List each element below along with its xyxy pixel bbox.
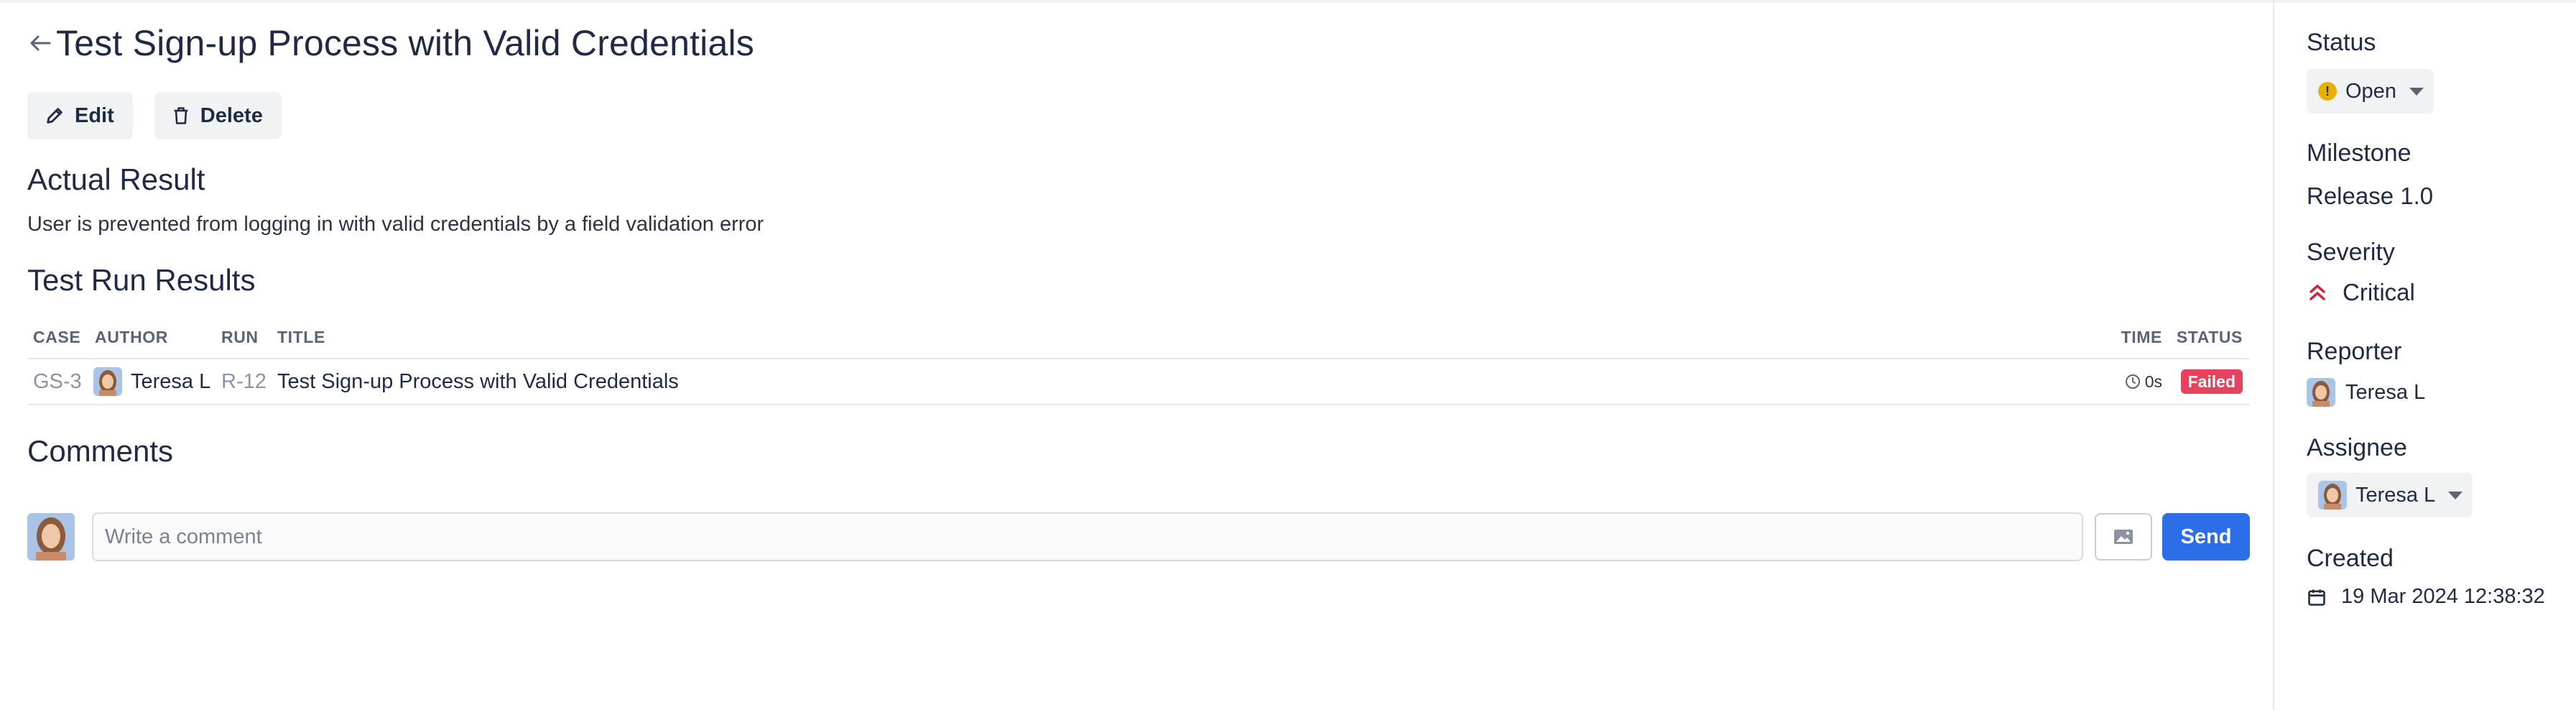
created-row: 19 Mar 2024 12:38:32 <box>2307 585 2545 609</box>
time-value: 0s <box>2144 372 2162 391</box>
status-badge: Failed <box>2180 369 2243 394</box>
created-label: Created <box>2307 545 2394 572</box>
calendar-icon <box>2308 589 2325 606</box>
edit-button[interactable]: Edit <box>27 92 133 139</box>
column-header-status: STATUS <box>2176 327 2243 346</box>
arrow-left-icon[interactable] <box>27 30 53 56</box>
assignee-dropdown[interactable]: Teresa L <box>2307 473 2473 517</box>
severity-label: Severity <box>2307 239 2395 266</box>
reporter-value: Teresa L <box>2345 380 2426 404</box>
avatar <box>27 513 75 561</box>
pencil-icon <box>47 108 62 124</box>
clock-icon <box>2125 374 2140 389</box>
case-id-link[interactable]: GS-3 <box>27 370 93 394</box>
test-run-results-heading: Test Run Results <box>27 263 256 297</box>
created-value: 19 Mar 2024 12:38:32 <box>2341 585 2545 608</box>
avatar <box>93 367 122 396</box>
page-title: Test Sign-up Process with Valid Credenti… <box>56 23 755 63</box>
author-cell: Teresa L <box>93 367 221 396</box>
status-value: Open <box>2345 79 2396 103</box>
delete-button-label: Delete <box>200 103 263 127</box>
column-header-time: TIME <box>2121 327 2162 346</box>
run-id-link[interactable]: R-12 <box>221 370 277 394</box>
column-header-run: RUN <box>221 327 259 346</box>
avatar <box>2318 481 2347 510</box>
time-cell: 0s <box>2112 372 2171 392</box>
author-name: Teresa L <box>131 369 211 393</box>
send-button[interactable]: Send <box>2162 513 2250 561</box>
image-icon <box>2114 530 2133 544</box>
column-header-title: TITLE <box>277 327 325 346</box>
attach-image-button[interactable] <box>2095 513 2152 561</box>
milestone-label: Milestone <box>2307 139 2411 167</box>
comments-heading: Comments <box>27 434 174 468</box>
avatar <box>2307 378 2335 407</box>
reporter-label: Reporter <box>2307 338 2402 365</box>
edit-button-label: Edit <box>75 103 114 127</box>
severity-value-row: Critical <box>2307 279 2415 306</box>
trash-icon <box>174 107 188 124</box>
action-bar: Edit Delete <box>27 92 282 139</box>
comment-input[interactable] <box>92 512 2083 561</box>
actual-result-text: User is prevented from logging in with v… <box>27 213 764 236</box>
severity-value: Critical <box>2343 279 2415 305</box>
status-dropdown[interactable]: ! Open <box>2307 69 2434 114</box>
main-panel: Test Sign-up Process with Valid Credenti… <box>0 0 2271 710</box>
status-cell: Failed <box>2171 369 2250 394</box>
title-row: Test Sign-up Process with Valid Credenti… <box>27 20 754 66</box>
assignee-label: Assignee <box>2307 434 2407 461</box>
chevron-down-icon <box>2409 87 2424 96</box>
test-run-results-table: CASE AUTHOR RUN TITLE TIME STATUS GS-3 T… <box>27 316 2250 405</box>
assignee-value: Teresa L <box>2355 483 2436 507</box>
double-chevron-up-icon <box>2309 285 2325 300</box>
column-header-author: AUTHOR <box>95 327 168 346</box>
reporter-row: Teresa L <box>2307 378 2425 407</box>
alert-icon: ! <box>2318 82 2337 101</box>
table-row[interactable]: GS-3 Teresa L R-12 Test Sign-up Process … <box>27 359 2250 405</box>
row-title: Test Sign-up Process with Valid Credenti… <box>277 369 679 393</box>
details-sidebar: Status ! Open Milestone Release 1.0 Seve… <box>2273 0 2576 710</box>
column-header-case: CASE <box>33 327 81 346</box>
comment-composer: Send <box>27 512 2250 562</box>
milestone-value: Release 1.0 <box>2307 183 2434 209</box>
status-label: Status <box>2307 29 2376 56</box>
table-header: CASE AUTHOR RUN TITLE TIME STATUS <box>27 316 2250 359</box>
actual-result-heading: Actual Result <box>27 162 205 196</box>
delete-button[interactable]: Delete <box>154 92 282 139</box>
chevron-down-icon <box>2448 491 2463 499</box>
